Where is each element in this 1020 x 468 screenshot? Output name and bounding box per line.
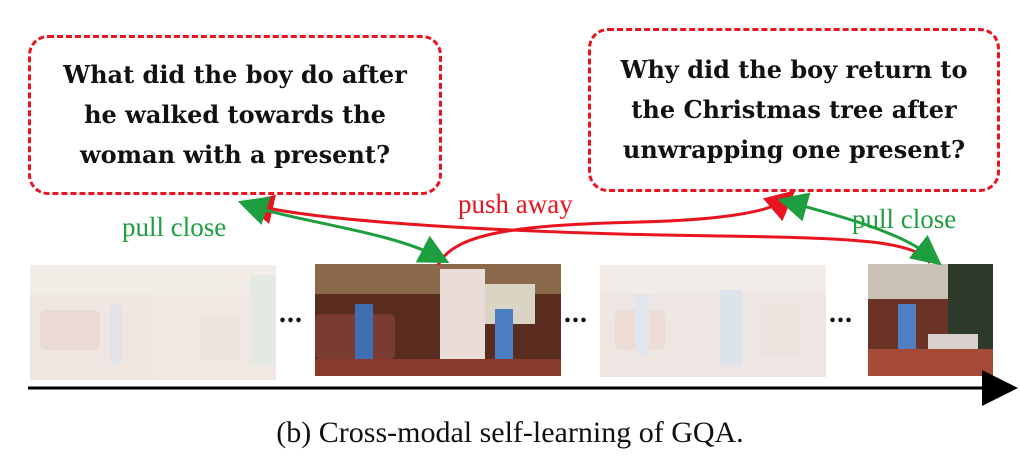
pull-close-label-left: pull close bbox=[122, 212, 227, 242]
pull-close-label-right: pull close bbox=[852, 204, 957, 234]
pull-arrow-left bbox=[237, 196, 450, 263]
figure-caption: (b) Cross-modal self-learning of GQA. bbox=[276, 416, 744, 449]
push-away-label: push away bbox=[458, 189, 573, 219]
diagram-stage: What did the boy do after he walked towa… bbox=[0, 0, 1020, 468]
